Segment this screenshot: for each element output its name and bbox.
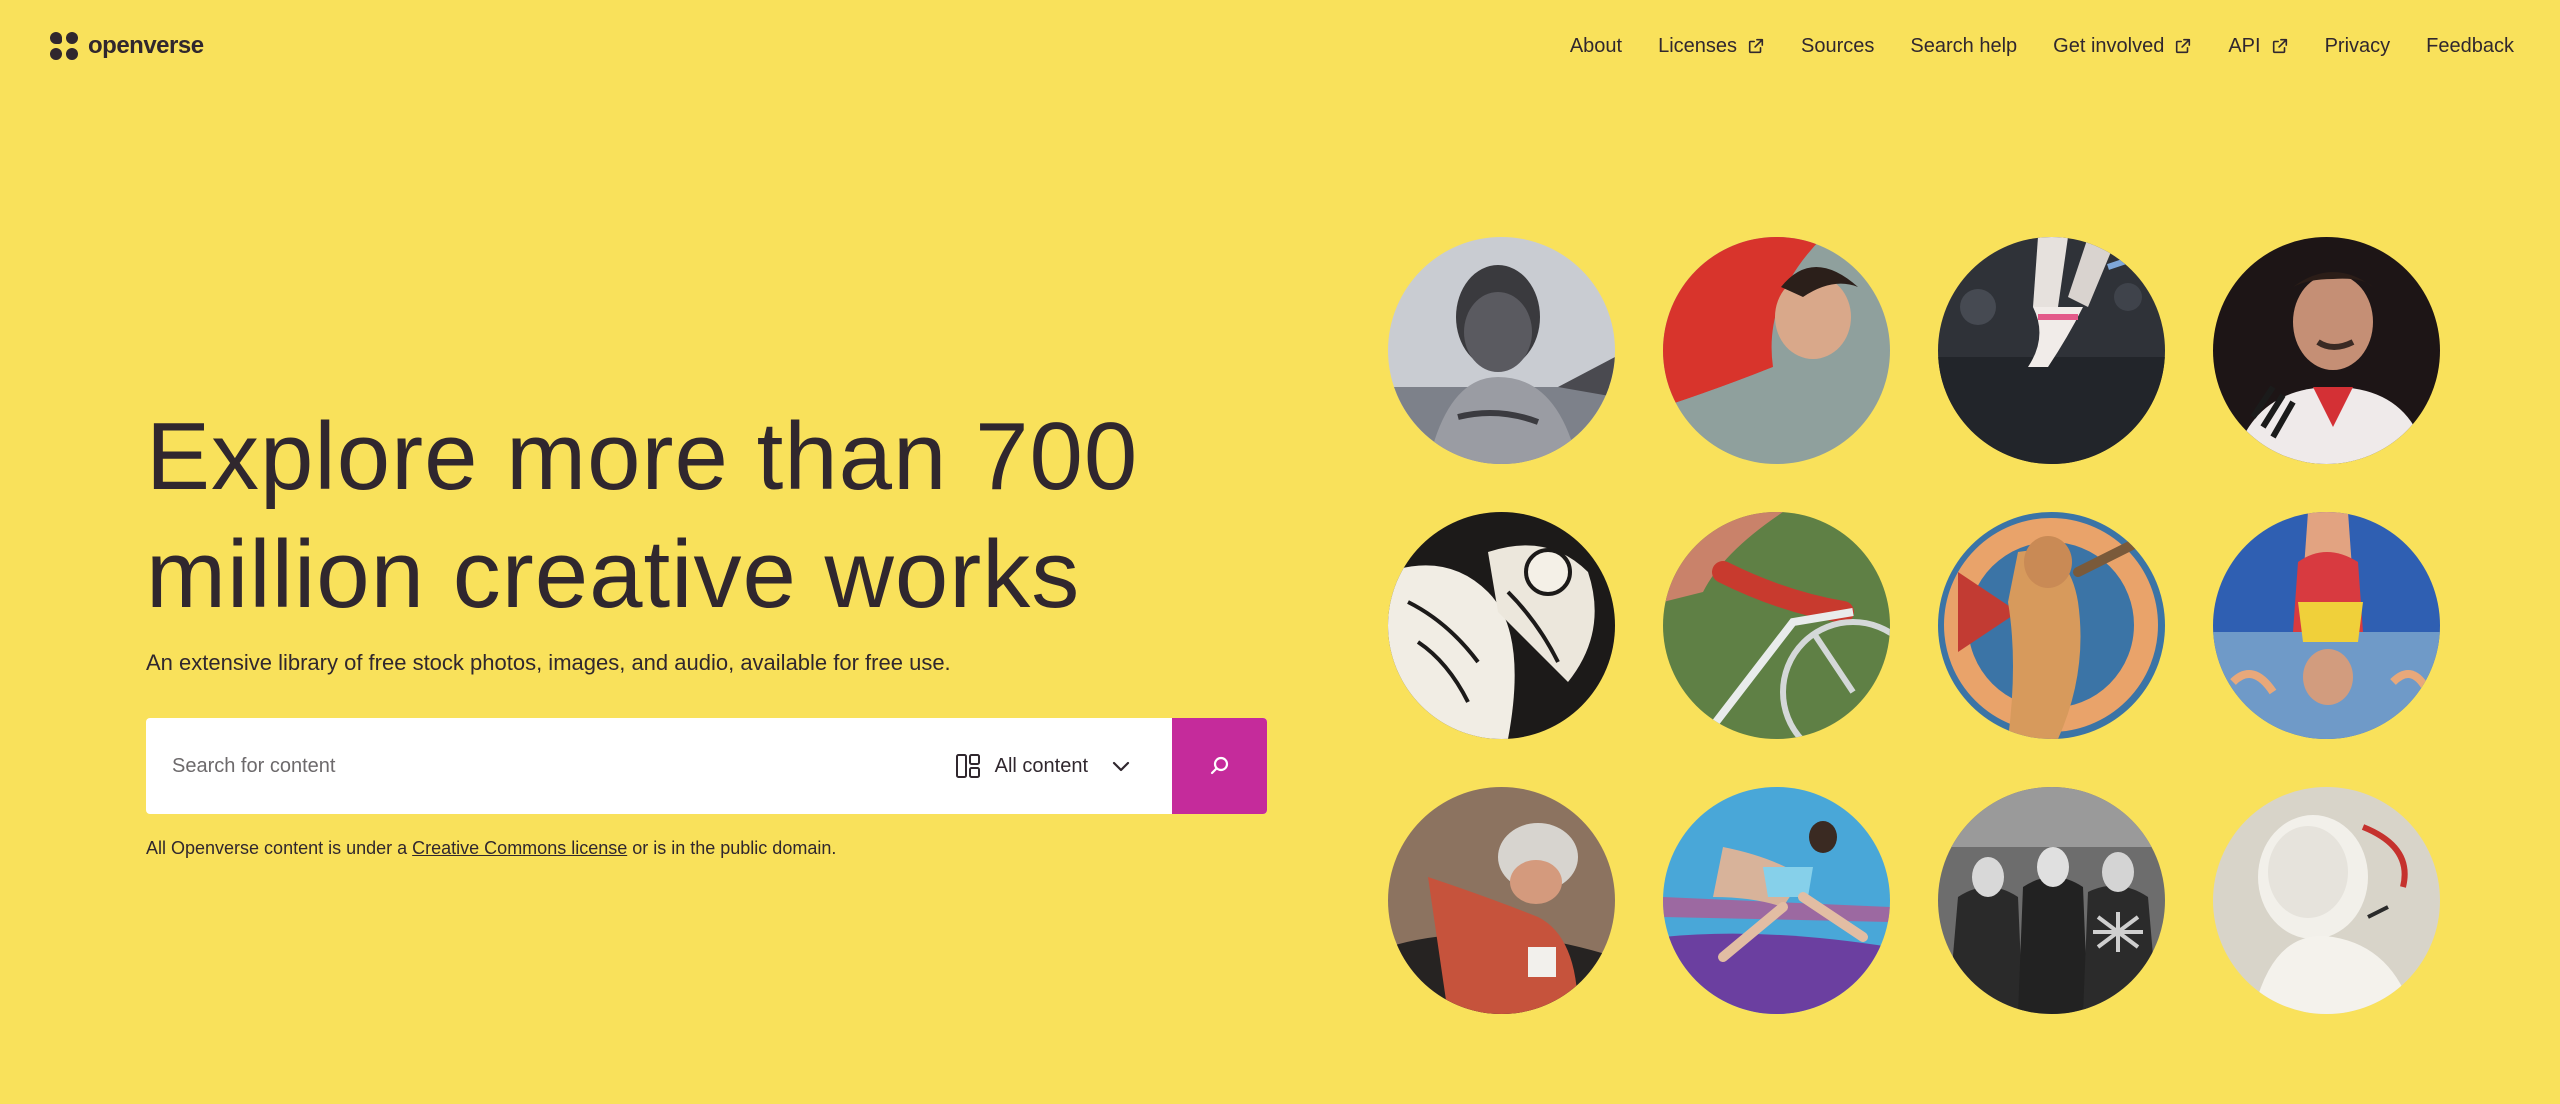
brand-name: openverse xyxy=(88,32,204,59)
gallery-image-cyclist-track-bike[interactable] xyxy=(1663,512,1890,739)
photo-image xyxy=(1663,512,1890,739)
hero-subtitle: An extensive library of free stock photo… xyxy=(146,650,951,675)
nav-label: Get involved xyxy=(2053,34,2165,57)
gallery-image-sprinter-motion-blur[interactable] xyxy=(1663,787,1890,1014)
site-header: openverse About Licenses Sources Search … xyxy=(0,0,2560,92)
photo-image xyxy=(1388,512,1615,739)
openverse-logo[interactable]: openverse xyxy=(50,32,204,60)
photo-image xyxy=(1388,237,1615,464)
search-input[interactable] xyxy=(146,718,931,814)
photo-image xyxy=(2213,237,2440,464)
photo-image xyxy=(2213,787,2440,1014)
gallery-image-illustrated-wrestlers[interactable] xyxy=(1388,512,1615,739)
license-note: All Openverse content is under a Creativ… xyxy=(146,838,1266,859)
photo-image xyxy=(1663,787,1890,1014)
content-type-label: All content xyxy=(994,754,1088,777)
image-gallery xyxy=(1388,237,2440,1014)
page-title-line: Explore more than 700 xyxy=(146,403,1139,510)
openverse-logo-icon xyxy=(50,32,78,60)
search-form: All content xyxy=(146,718,1267,814)
nav-item-feedback[interactable]: Feedback xyxy=(2408,35,2514,58)
gallery-image-athlete-bw-portrait[interactable] xyxy=(1388,237,1615,464)
nav-label: About xyxy=(1569,34,1623,57)
photo-image xyxy=(2213,512,2440,739)
nav-label: Feedback xyxy=(2426,34,2514,57)
content-type-icon xyxy=(955,754,980,778)
content-type-select[interactable]: All content xyxy=(931,718,1172,814)
nav-item-api[interactable]: API xyxy=(2210,35,2306,58)
gallery-image-painted-athlete-poster[interactable] xyxy=(1938,512,2165,739)
hero-section: Explore more than 700 million creative w… xyxy=(146,398,1267,877)
page-title: Explore more than 700 million creative w… xyxy=(146,398,1266,634)
license-note-text: All Openverse content is under a xyxy=(146,838,413,858)
photo-image xyxy=(1938,512,2165,739)
nav-item-privacy[interactable]: Privacy xyxy=(2307,35,2409,58)
nav-label: Sources xyxy=(1801,34,1875,57)
photo-image xyxy=(1938,237,2165,464)
external-link-icon xyxy=(2176,38,2191,54)
nav-item-licenses[interactable]: Licenses xyxy=(1640,35,1783,58)
nav-label: API xyxy=(2228,34,2261,57)
search-button[interactable] xyxy=(1172,718,1267,814)
chevron-down-icon xyxy=(1112,761,1130,772)
photo-image xyxy=(1938,787,2165,1014)
external-link-icon xyxy=(1748,38,1764,54)
gallery-image-fencer-mask[interactable] xyxy=(2213,787,2440,1014)
external-link-icon xyxy=(2272,38,2287,54)
nav-label: Search help xyxy=(1910,34,2018,57)
creative-commons-license-link[interactable]: Creative Commons license xyxy=(412,838,627,858)
gallery-image-gymnast-hands-rings[interactable] xyxy=(1938,237,2165,464)
photo-image xyxy=(1388,787,1615,1014)
page-title-line: million creative works xyxy=(146,521,1081,628)
main-nav: About Licenses Sources Search help Get i… xyxy=(1552,35,2514,58)
nav-label: Licenses xyxy=(1658,34,1738,57)
gallery-image-gymnast-upside-down[interactable] xyxy=(2213,512,2440,739)
license-note-text: or is in the public domain. xyxy=(627,838,837,858)
gallery-image-gymnast-red-shirt[interactable] xyxy=(1663,237,1890,464)
nav-item-about[interactable]: About xyxy=(1552,35,1640,58)
gallery-image-athlete-red-white-jersey[interactable] xyxy=(2213,237,2440,464)
nav-item-sources[interactable]: Sources xyxy=(1783,35,1892,58)
search-icon xyxy=(1210,756,1228,775)
photo-image xyxy=(1663,237,1890,464)
gallery-image-cyclist-helmet-red-jersey[interactable] xyxy=(1388,787,1615,1014)
nav-label: Privacy xyxy=(2324,34,2391,57)
gallery-image-women-team-bw[interactable] xyxy=(1938,787,2165,1014)
nav-item-search-help[interactable]: Search help xyxy=(1892,35,2035,58)
nav-item-get-involved[interactable]: Get involved xyxy=(2035,35,2210,58)
